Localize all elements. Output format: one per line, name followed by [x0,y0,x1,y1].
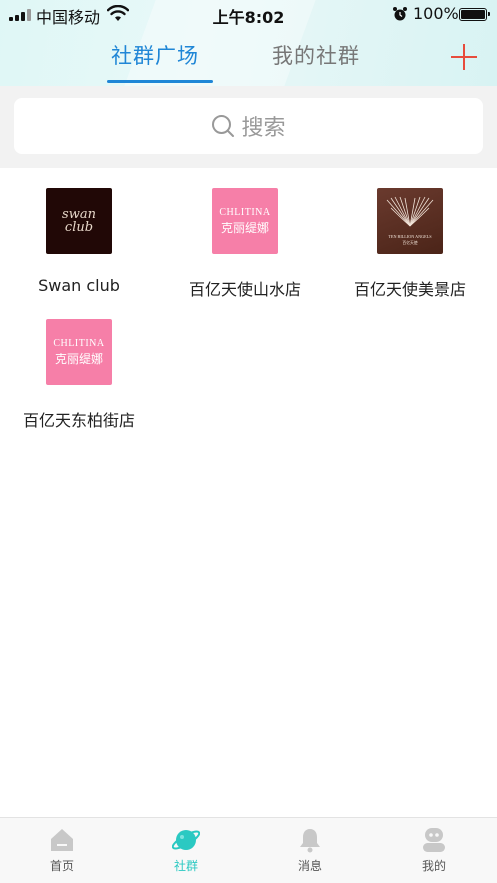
community-item-meijing[interactable]: TEN BILLION ANGELS 百亿天使 百亿天使美景店 [335,188,485,300]
community-name: 百亿天东柏街店 [22,411,135,430]
planet-icon [172,830,200,850]
community-item-dongbai[interactable]: CHLITINA 克丽缇娜 百亿天东柏街店 [4,319,154,431]
nav-community[interactable]: 社群 [124,818,248,883]
nav-label: 社群 [173,859,198,873]
tab-my-communities[interactable]: 我的社群 [272,40,360,70]
logo-text-cn: 克丽缇娜 [54,351,103,366]
community-item-swan-club[interactable]: swan club Swan club [4,188,154,295]
search-icon [212,115,235,137]
nav-label: 我的 [421,859,446,873]
community-name: Swan club [38,276,120,295]
nav-label: 首页 [49,859,74,873]
community-logo: swan club [46,188,112,254]
bell-icon [300,829,320,853]
logo-text-cn: 百亿天使 [402,240,417,245]
nav-home[interactable]: 首页 [0,818,124,883]
logo-text-en: CHLITINA [219,206,271,218]
status-bar: 中国移动 上午8:02 100% [0,0,497,28]
community-item-shanshui[interactable]: CHLITINA 克丽缇娜 百亿天使山水店 [170,188,320,300]
community-name: 百亿天使山水店 [188,280,301,299]
alarm-icon [393,7,407,21]
active-tab-indicator [107,80,213,83]
community-logo: CHLITINA 克丽缇娜 [46,319,112,385]
logo-text-cn: 克丽缇娜 [220,220,269,235]
nav-profile[interactable]: 我的 [372,818,496,883]
plus-icon[interactable] [451,44,477,70]
search-section: 搜索 [0,86,497,168]
battery-percent: 100% [413,4,459,23]
logo-text: swan club [62,207,96,235]
home-icon [51,829,73,851]
bottom-navigation: 首页 社群 消息 我的 [0,817,497,883]
community-name: 百亿天使美景店 [353,280,466,299]
header: 中国移动 上午8:02 100% 社群广场 我的社群 [0,0,497,86]
logo-text-en: CHLITINA [53,337,105,349]
angel-wings-logo: TEN BILLION ANGELS 百亿天使 [386,196,434,245]
nav-label: 消息 [297,859,322,873]
community-logo: CHLITINA 克丽缇娜 [212,188,278,254]
nav-messages[interactable]: 消息 [248,818,372,883]
logo-text-en: TEN BILLION ANGELS [388,234,432,239]
tab-community-square[interactable]: 社群广场 [111,40,199,70]
profile-icon [423,828,445,852]
community-logo: TEN BILLION ANGELS 百亿天使 [377,188,443,254]
search-input[interactable]: 搜索 [14,98,483,154]
battery-icon [459,8,490,21]
search-placeholder: 搜索 [241,116,286,141]
